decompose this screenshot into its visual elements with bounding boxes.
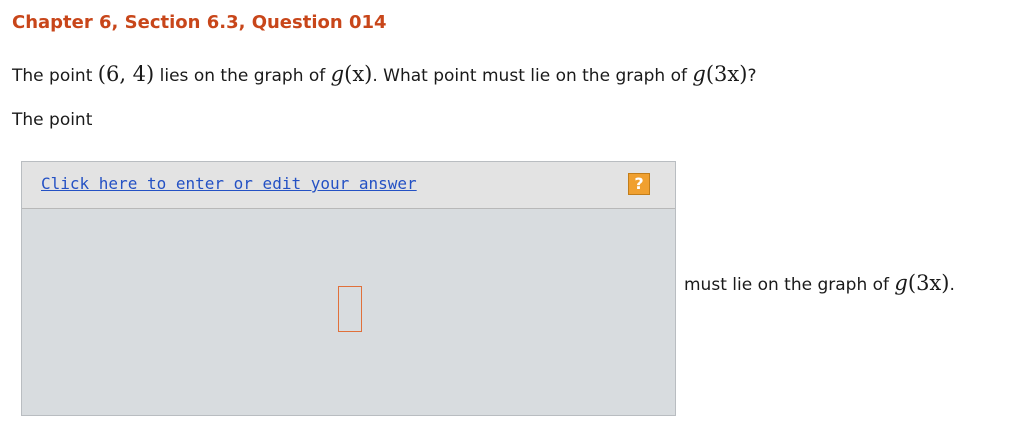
point-expression: (6, 4) (97, 62, 155, 86)
suffix-end: . (949, 275, 955, 295)
question-mid2: . What point must lie on the graph of (372, 66, 693, 86)
function-g-3x: g(3x) (894, 271, 949, 295)
function-g-x: g(x) (331, 62, 373, 86)
help-button[interactable]: ? (628, 173, 650, 195)
enter-answer-link[interactable]: Click here to enter or edit your answer (41, 174, 417, 193)
function-name: g (330, 62, 345, 86)
answer-prompt: The point (12, 110, 93, 130)
function-arg: (3x) (705, 62, 748, 86)
answer-input[interactable] (338, 286, 362, 332)
answer-box-header: Click here to enter or edit your answer … (22, 162, 675, 209)
question-intro: The point (12, 66, 98, 86)
function-arg: (3x) (907, 271, 950, 295)
answer-suffix: must lie on the graph of g(3x). (684, 270, 955, 298)
suffix-text: must lie on the graph of (684, 275, 895, 295)
function-arg: (x) (344, 62, 373, 86)
function-name: g (692, 62, 706, 86)
question-end: ? (747, 66, 757, 86)
function-name: g (894, 271, 908, 295)
question-mid: lies on the graph of (154, 66, 331, 86)
function-g-3x: g(3x) (692, 62, 747, 86)
page-title: Chapter 6, Section 6.3, Question 014 (12, 12, 387, 33)
answer-box: Click here to enter or edit your answer … (21, 161, 676, 416)
question-text: The point (6, 4) lies on the graph of g(… (12, 62, 756, 88)
